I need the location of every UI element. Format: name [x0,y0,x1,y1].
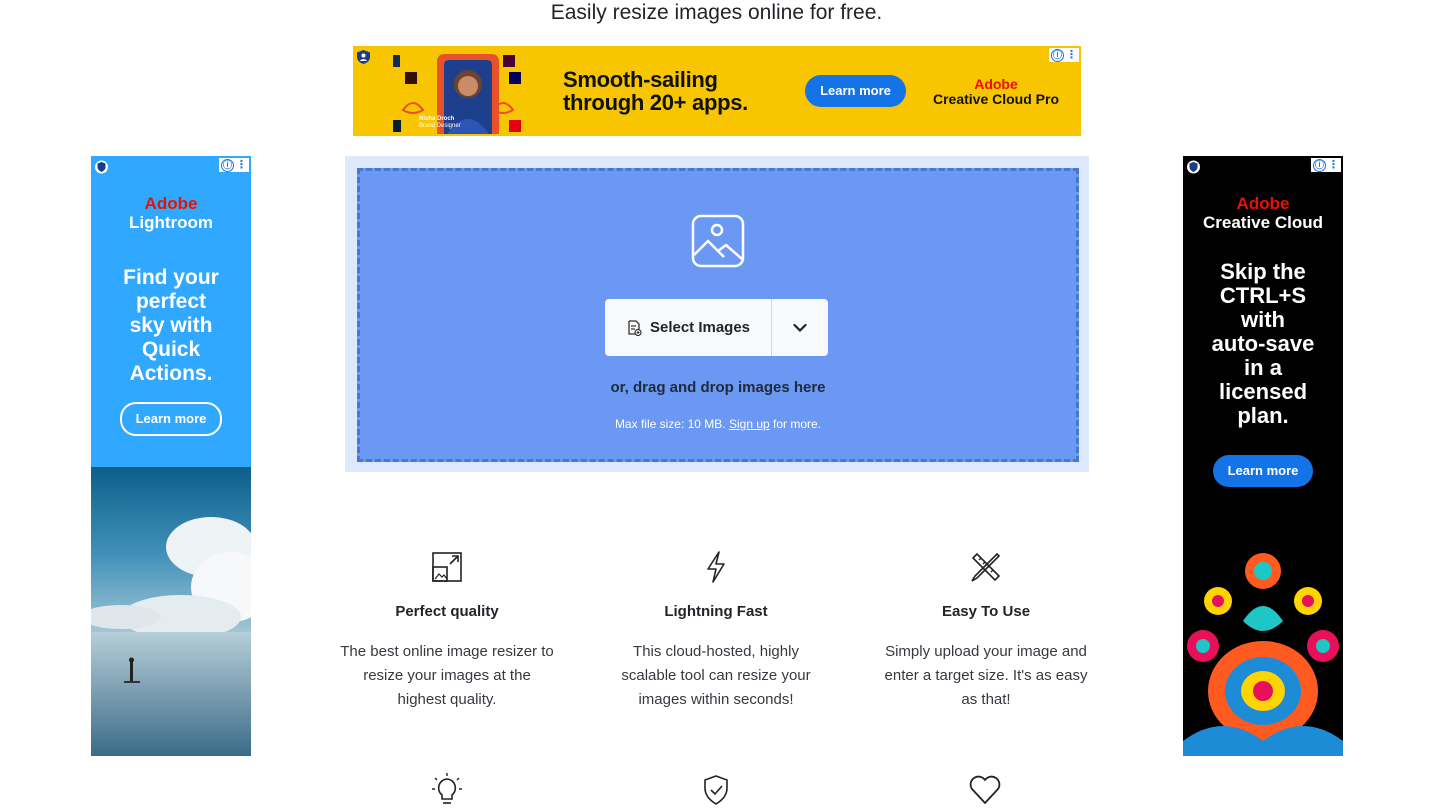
banner-headline: Smooth-sailing through 20+ apps. [563,68,748,114]
feature-description: Simply upload your image and enter a tar… [884,643,1088,708]
banner-person-title: Brand Designer [419,123,461,129]
ad-choices[interactable]: ⓘ ⋮ [1311,158,1341,172]
ad-privacy-icon[interactable] [357,50,370,64]
left-ad-headline-line: sky with [129,314,213,337]
banner-brand-product: Creative Cloud Pro [932,91,1060,107]
left-ad-brand: Adobe Lightroom [91,194,251,232]
chevron-down-icon [793,323,807,332]
right-ad-headline-line: CTRL+S [1219,283,1307,308]
ad-privacy-icon[interactable] [1187,160,1200,174]
select-images-button[interactable]: Select Images [605,299,772,356]
feature-easy-to-use: Easy To Use Simply upload your image and… [876,550,1096,712]
select-images-group: Select Images [605,299,828,356]
kebab-menu-icon[interactable]: ⋮ [1066,49,1077,61]
feature-description: This cloud-hosted, highly scalable tool … [621,643,811,708]
right-ad-brand: Adobe Creative Cloud [1183,194,1343,232]
image-placeholder-icon [691,214,745,268]
heart-icon [969,775,1001,804]
file-upload-icon [628,319,642,336]
file-size-limit-prefix: Max file size: 10 MB. [614,417,726,431]
left-ad-sky-photo [91,467,251,756]
left-skyscraper-ad[interactable]: ⓘ ⋮ Adobe Lightroom Find your perfect sk… [91,156,251,756]
banner-person-name: Nisha Droch [419,116,455,122]
page-subtitle: Easily resize images online for free. [550,1,883,24]
right-ad-headline-line: Skip the [1220,259,1306,284]
banner-person-caption: Nisha Droch Brand Designer [419,116,461,130]
upload-panel: Select Images or, drag and drop images h… [345,156,1089,472]
feature-title: Perfect quality [395,603,499,620]
right-ad-headline-line: plan. [1237,403,1289,428]
banner-brand-adobe: Adobe [974,76,1018,92]
right-ad-headline: Skip the CTRL+S with auto-save in a lice… [1183,260,1343,428]
right-ad-folk-art-image [1183,541,1343,756]
lightbulb-icon [432,773,462,804]
right-ad-learn-more-button[interactable]: Learn more [1213,455,1313,487]
resize-icon [432,552,462,582]
file-size-limit-suffix: for more. [773,417,822,431]
left-ad-headline-line: Find your [123,266,219,289]
right-ad-headline-line: with [1241,307,1285,332]
kebab-menu-icon[interactable]: ⋮ [236,159,247,171]
select-images-label: Select Images [649,319,751,336]
banner-learn-more-button[interactable]: Learn more [805,75,906,107]
upload-source-dropdown[interactable] [772,299,828,356]
feature-title: Lightning Fast [664,603,768,620]
left-ad-brand-adobe: Adobe [144,194,198,213]
right-ad-brand-product: Creative Cloud [1203,213,1323,232]
ad-choices[interactable]: ⓘ ⋮ [219,158,249,172]
right-ad-headline-line: auto-save [1211,331,1315,356]
sign-up-link[interactable]: Sign up [729,417,770,431]
feature-perfect-quality: Perfect quality The best online image re… [337,550,557,712]
lightning-icon [707,551,725,583]
right-ad-brand-adobe: Adobe [1236,194,1290,213]
left-ad-headline-line: Actions. [129,362,213,385]
top-banner-ad[interactable]: ⓘ ⋮ Nisha Droch Brand Designer Smooth-sa… [353,46,1081,136]
banner-headline-line-1: Smooth-sailing [563,67,718,92]
right-ad-headline-line: licensed [1218,379,1308,404]
kebab-menu-icon[interactable]: ⋮ [1328,159,1339,171]
banner-headline-line-2: through 20+ apps. [563,90,748,115]
shield-check-icon [704,775,728,805]
right-skyscraper-ad[interactable]: ⓘ ⋮ Adobe Creative Cloud Skip the CTRL+S… [1183,156,1343,756]
info-icon[interactable]: ⓘ [221,158,234,172]
pencil-ruler-icon [971,552,1001,582]
banner-brand: Adobe Creative Cloud Pro [931,77,1061,107]
ad-choices[interactable]: ⓘ ⋮ [1049,48,1079,62]
feature-title: Easy To Use [941,603,1031,620]
left-ad-headline: Find your perfect sky with Quick Actions… [91,266,251,386]
left-ad-brand-product: Lightroom [128,213,214,232]
file-size-limit: Max file size: 10 MB. Sign up for more. [360,417,1076,431]
feature-description: The best online image resizer to resize … [340,643,554,708]
left-ad-learn-more-button[interactable]: Learn more [120,402,222,436]
drop-zone[interactable]: Select Images or, drag and drop images h… [357,168,1079,462]
feature-lightning-fast: Lightning Fast This cloud-hosted, highly… [606,550,826,712]
left-ad-headline-line: perfect [135,290,207,313]
info-icon[interactable]: ⓘ [1051,48,1064,62]
ad-privacy-icon[interactable] [95,160,108,174]
drag-drop-hint: or, drag and drop images here [610,379,826,396]
right-ad-headline-line: in a [1244,355,1282,380]
left-ad-headline-line: Quick [141,338,201,361]
info-icon[interactable]: ⓘ [1313,158,1326,172]
